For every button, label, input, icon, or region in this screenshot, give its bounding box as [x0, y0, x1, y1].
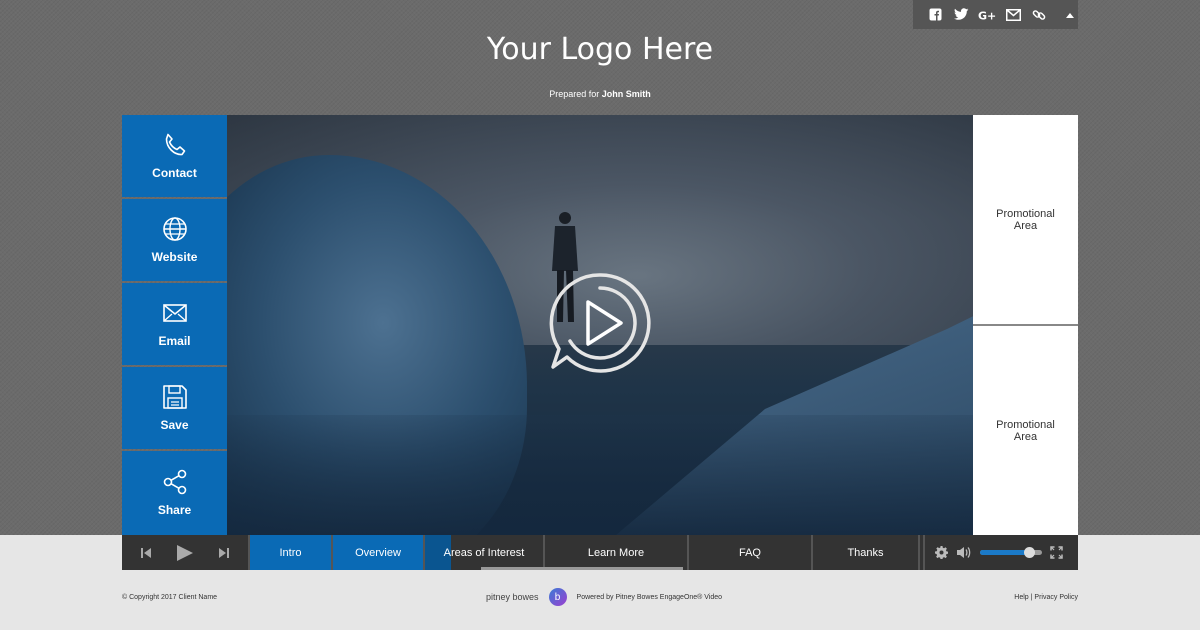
play-small-icon[interactable]: [176, 544, 194, 562]
phone-icon: [165, 133, 185, 156]
powered-by: pitney bowes b Powered by Pitney Bowes E…: [486, 588, 722, 606]
globe-icon: [162, 217, 187, 241]
previous-icon[interactable]: [140, 547, 152, 559]
chapter-label: Overview: [355, 546, 401, 559]
collapse-icon[interactable]: [1062, 0, 1078, 29]
brand-logo-icon: b: [548, 588, 567, 606]
floppy-disk-icon: [162, 385, 187, 409]
social-bar: G+: [913, 0, 1078, 29]
chapter-label: Thanks: [847, 546, 884, 559]
save-button[interactable]: Save: [122, 367, 227, 449]
play-icon[interactable]: [547, 270, 653, 376]
next-icon[interactable]: [218, 547, 230, 559]
promotional-area-bottom[interactable]: Promotional Area: [973, 326, 1078, 535]
fullscreen-icon[interactable]: [1050, 546, 1063, 559]
logo-text: Your Logo Here: [486, 32, 714, 67]
chapter-overview[interactable]: Overview: [333, 535, 425, 570]
chapter-progress-bar[interactable]: [481, 567, 683, 570]
svg-text:G+: G+: [978, 9, 996, 21]
chapter-label: FAQ: [738, 546, 761, 559]
email-icon[interactable]: [1000, 0, 1026, 29]
chapter-intro[interactable]: Intro: [250, 535, 333, 570]
chapter-label: Learn More: [587, 546, 645, 559]
copyright: © Copyright 2017 Client Name: [122, 594, 218, 601]
save-label: Save: [160, 418, 189, 433]
website-button[interactable]: Website: [122, 199, 227, 281]
volume-fill: [980, 550, 1030, 555]
email-label: Email: [158, 334, 191, 349]
contact-button[interactable]: Contact: [122, 115, 227, 197]
volume-knob[interactable]: [1024, 547, 1036, 558]
share-button[interactable]: Share: [122, 451, 227, 536]
promotional-area-top[interactable]: Promotional Area: [973, 115, 1078, 324]
chapter-thanks[interactable]: Thanks: [813, 535, 920, 570]
contact-label: Contact: [152, 165, 197, 180]
transport-controls: [122, 535, 250, 570]
share-label: Share: [157, 503, 192, 518]
volume-icon[interactable]: [956, 546, 972, 559]
action-sidebar: Contact Website Email Save Share: [122, 115, 227, 536]
video-ground: [227, 415, 973, 535]
chapter-label: Intro: [279, 546, 302, 559]
chapter-faq[interactable]: FAQ: [689, 535, 813, 570]
privacy-link[interactable]: Privacy Policy: [1034, 594, 1078, 601]
right-controls: [923, 535, 1078, 570]
email-button[interactable]: Email: [122, 283, 227, 365]
chapter-label: Areas of Interest: [443, 546, 525, 559]
player-controls: Intro Overview Areas of Interest Learn M…: [122, 535, 1078, 570]
help-link[interactable]: Help: [1014, 594, 1028, 601]
share-icon: [163, 469, 186, 495]
website-label: Website: [151, 249, 198, 264]
prepared-prefix: Prepared for: [549, 89, 600, 99]
prepared-name: John Smith: [601, 89, 651, 99]
promo-bottom-label: Promotional Area: [996, 418, 1055, 443]
video-player[interactable]: [227, 115, 973, 535]
google-plus-icon[interactable]: G+: [974, 0, 1000, 29]
twitter-icon[interactable]: [948, 0, 974, 29]
volume-slider[interactable]: [980, 547, 1042, 558]
facebook-icon[interactable]: [922, 0, 948, 29]
footer-links: Help | Privacy Policy: [1014, 594, 1078, 601]
chapter-list: Intro Overview Areas of Interest Learn M…: [250, 535, 923, 570]
brand-name: pitney bowes: [486, 592, 539, 602]
promo-top-label: Promotional Area: [996, 207, 1055, 232]
envelope-icon: [162, 304, 187, 322]
settings-icon[interactable]: [935, 546, 948, 559]
chapter-learn-more[interactable]: Learn More: [545, 535, 689, 570]
powered-text: Powered by Pitney Bowes EngageOne® Video: [576, 593, 723, 601]
prepared-for: Prepared for John Smith: [0, 89, 1200, 99]
footer-separator: |: [1030, 594, 1033, 601]
link-icon[interactable]: [1026, 0, 1052, 29]
chapter-areas-of-interest[interactable]: Areas of Interest: [425, 535, 545, 570]
